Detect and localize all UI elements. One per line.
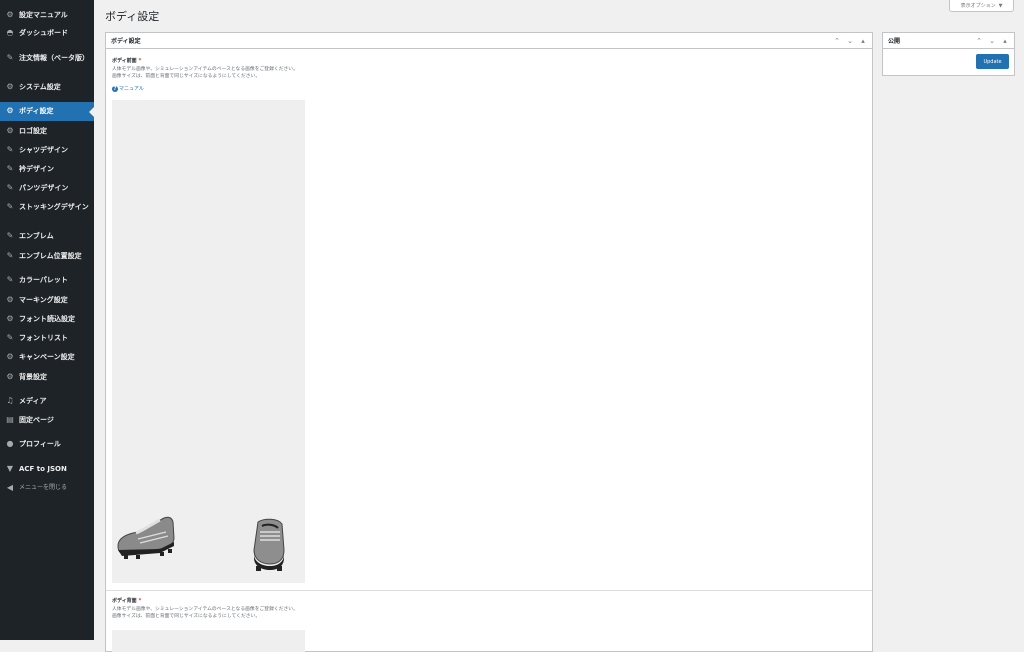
caret-down-icon: ▼ — [998, 2, 1003, 9]
gear-icon: ⚙ — [6, 314, 14, 323]
move-down-icon[interactable]: ⌄ — [846, 37, 854, 45]
pin-icon: ✎ — [6, 275, 14, 284]
field-label-body-front: ボディ前面 * — [112, 57, 141, 64]
sidebar-item-body[interactable]: ⚙ ボディ設定 — [0, 102, 94, 121]
body-settings-box: ボディ設定 ⌃ ⌄ ▴ ボディ前面 * 人体モデル画像や、シミュレーションアイテム… — [105, 32, 873, 652]
user-icon: ● — [6, 439, 14, 448]
sidebar-item-acf-to-json[interactable]: ▼ ACF to JSON — [0, 464, 94, 474]
sidebar-item-color-palette[interactable]: ✎ カラーパレット — [0, 275, 94, 285]
soccer-shoes-image — [117, 516, 285, 571]
field-label-body-back: ボディ背面 * — [112, 597, 141, 604]
sidebar-item-pages[interactable]: ▤ 固定ページ — [0, 415, 94, 425]
postbox-controls: ⌃ ⌄ ▴ — [833, 37, 867, 45]
media-icon: ♫ — [6, 396, 14, 405]
move-down-icon[interactable]: ⌄ — [988, 37, 996, 45]
page-icon: ▤ — [6, 415, 14, 424]
filter-icon: ▼ — [6, 464, 14, 473]
pin-icon: ✎ — [6, 164, 14, 173]
required-marker: * — [138, 598, 142, 604]
field-description-1: 人体モデル画像や、シミュレーションアイテムのベースとなる画像をご登録ください。 — [112, 607, 298, 612]
sidebar-item-manual[interactable]: ⚙ 設定マニュアル — [0, 10, 94, 20]
required-marker: * — [138, 58, 142, 64]
body-front-image[interactable] — [112, 100, 305, 583]
pin-icon: ✎ — [6, 202, 14, 211]
pin-icon: ✎ — [6, 183, 14, 192]
sidebar-item-stocking-design[interactable]: ✎ ストッキングデザイン — [0, 202, 94, 212]
collapse-icon: ◀ — [6, 483, 14, 492]
sidebar-item-shirt-design[interactable]: ✎ シャツデザイン — [0, 145, 94, 155]
screen-options-button[interactable]: 表示オプション ▼ — [949, 0, 1014, 12]
move-up-icon[interactable]: ⌃ — [833, 37, 841, 45]
sidebar-item-system[interactable]: ⚙ システム設定 — [0, 82, 94, 92]
field-divider — [106, 590, 872, 591]
sidebar-item-dashboard[interactable]: ◓ ダッシュボード — [0, 28, 94, 38]
pin-icon: ✎ — [6, 231, 14, 240]
sidebar-item-font-loading[interactable]: ⚙ フォント読込設定 — [0, 314, 94, 324]
field-description-2: 画像サイズは、前面と背面で同じサイズになるようにしてください。 — [112, 614, 261, 619]
sidebar-item-font-list[interactable]: ✎ フォントリスト — [0, 333, 94, 343]
sidebar-collapse-menu[interactable]: ◀ メニューを閉じる — [0, 483, 94, 493]
manual-link-text: マニュアル — [119, 86, 144, 92]
active-indicator-arrow — [89, 107, 94, 117]
sidebar-item-campaign[interactable]: ⚙ キャンペーン設定 — [0, 352, 94, 362]
postbox-header: ボディ設定 ⌃ ⌄ ▴ — [106, 33, 872, 49]
pin-icon: ✎ — [6, 251, 14, 260]
move-up-icon[interactable]: ⌃ — [975, 37, 983, 45]
field-label-text: ボディ前面 — [112, 58, 137, 64]
manual-link[interactable]: ? マニュアル — [112, 85, 144, 92]
update-button[interactable]: Update — [976, 54, 1009, 69]
help-icon: ? — [112, 85, 118, 92]
sidebar-item-profile[interactable]: ● プロフィール — [0, 439, 94, 449]
body-back-image[interactable] — [112, 630, 305, 652]
gear-icon: ⚙ — [6, 372, 14, 381]
dashboard-icon: ◓ — [6, 28, 14, 37]
field-description-2: 画像サイズは、前面と背面で同じサイズになるようにしてください。 — [112, 74, 261, 79]
gear-icon: ⚙ — [6, 295, 14, 304]
admin-sidebar: ⚙ 設定マニュアル ◓ ダッシュボード ✎ 注文情報（ベータ版） ⚙ システム設… — [0, 0, 94, 640]
gear-icon: ⚙ — [6, 126, 14, 135]
pin-icon: ✎ — [6, 333, 14, 342]
sidebar-item-collar-design[interactable]: ✎ 衿デザイン — [0, 164, 94, 174]
gear-icon: ⚙ — [6, 10, 14, 19]
postbox-controls: ⌃ ⌄ ▴ — [975, 37, 1009, 45]
sidebar-item-emblem-position[interactable]: ✎ エンブレム位置設定 — [0, 251, 94, 261]
gear-icon: ⚙ — [6, 82, 14, 91]
field-description-1: 人体モデル画像や、シミュレーションアイテムのベースとなる画像をご登録ください。 — [112, 67, 298, 72]
sidebar-item-media[interactable]: ♫ メディア — [0, 396, 94, 406]
gear-icon: ⚙ — [6, 352, 14, 361]
pin-icon: ✎ — [6, 53, 14, 62]
toggle-panel-icon[interactable]: ▴ — [859, 37, 867, 45]
sidebar-item-background[interactable]: ⚙ 背景設定 — [0, 372, 94, 382]
sidebar-item-emblem[interactable]: ✎ エンブレム — [0, 231, 94, 241]
postbox-header: 公開 ⌃ ⌄ ▴ — [883, 33, 1014, 49]
postbox-title: ボディ設定 — [111, 38, 141, 45]
pin-icon: ✎ — [6, 145, 14, 154]
sidebar-item-pants-design[interactable]: ✎ パンツデザイン — [0, 183, 94, 193]
toggle-panel-icon[interactable]: ▴ — [1001, 37, 1009, 45]
postbox-title: 公開 — [888, 38, 901, 45]
publish-box: 公開 ⌃ ⌄ ▴ Update — [882, 32, 1015, 76]
screen-options-label: 表示オプション — [960, 3, 996, 9]
gear-icon: ⚙ — [6, 106, 14, 115]
sidebar-item-marking[interactable]: ⚙ マーキング設定 — [0, 295, 94, 305]
page-title: ボディ設定 — [105, 10, 160, 23]
sidebar-item-orders[interactable]: ✎ 注文情報（ベータ版） — [0, 53, 94, 63]
sidebar-item-logo[interactable]: ⚙ ロゴ設定 — [0, 126, 94, 136]
field-label-text: ボディ背面 — [112, 598, 137, 604]
